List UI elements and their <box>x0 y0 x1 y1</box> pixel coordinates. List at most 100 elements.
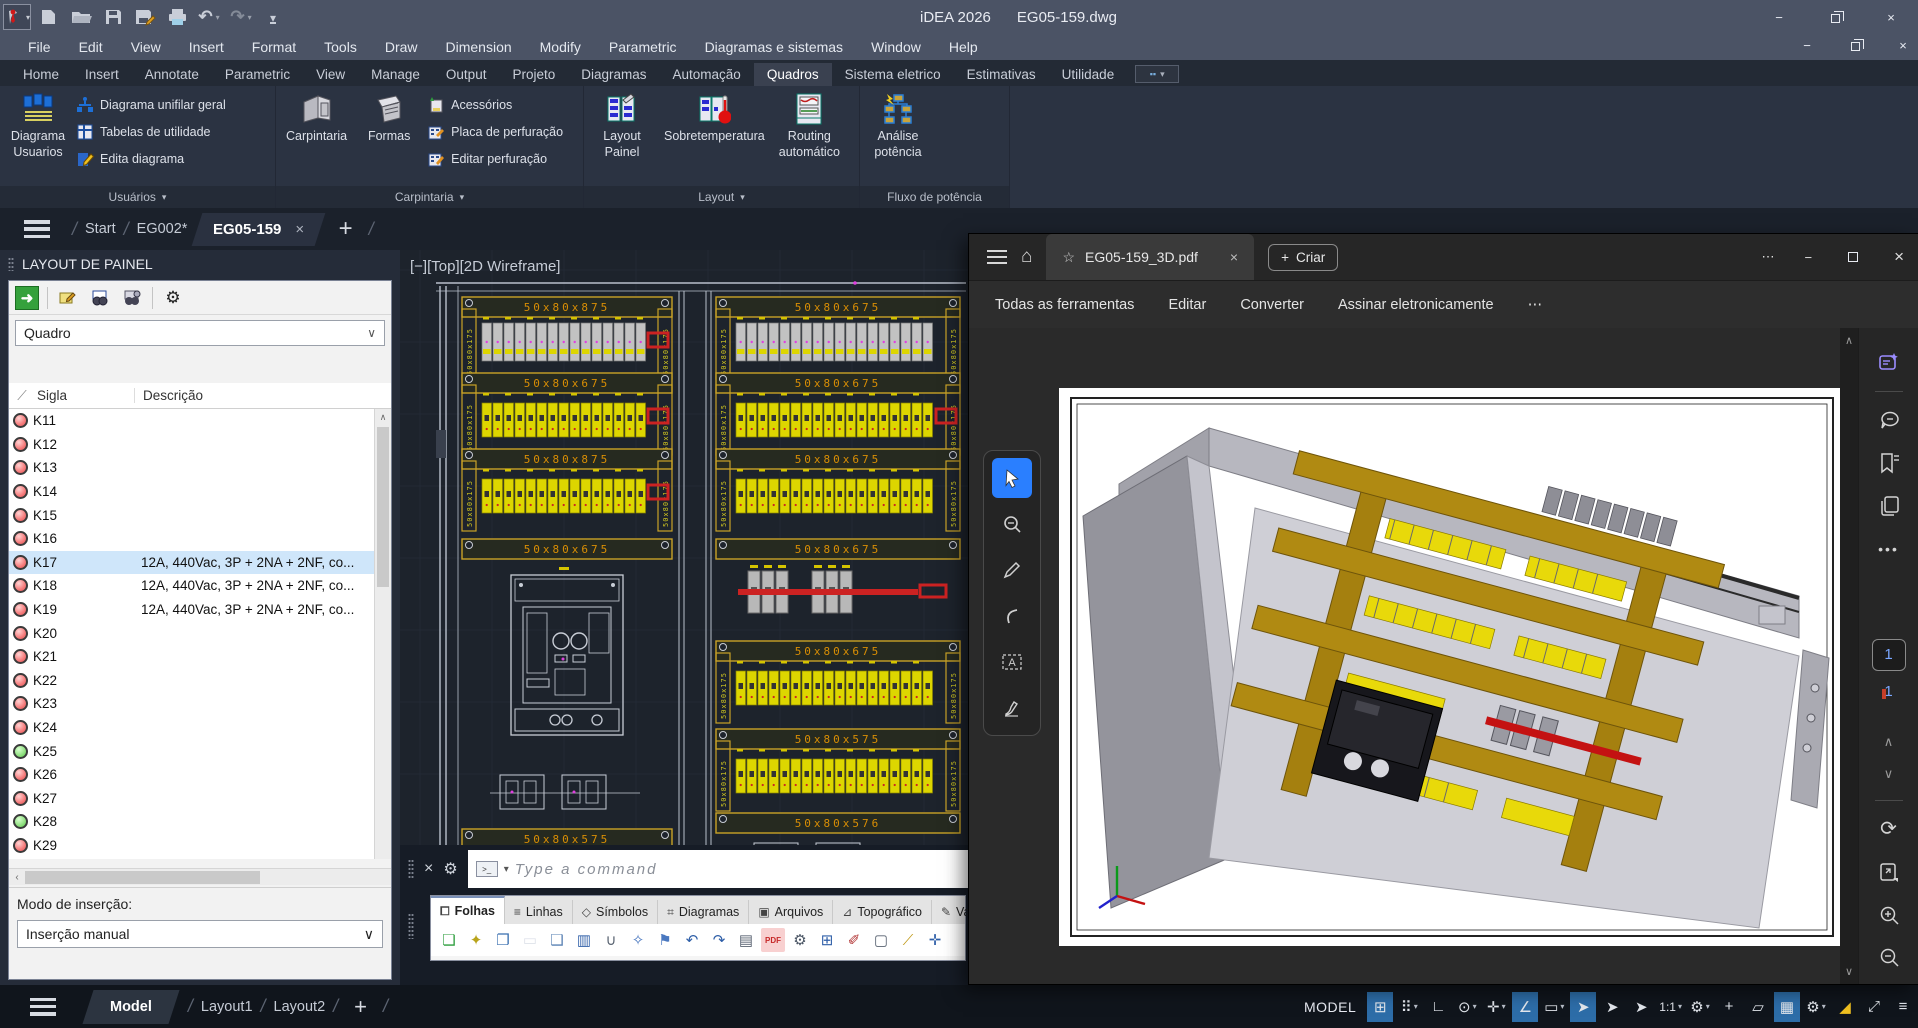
panel-grip[interactable] <box>8 257 14 271</box>
ribbon-tab-utilidade[interactable]: Utilidade <box>1049 63 1128 86</box>
comments-icon[interactable] <box>1871 404 1907 437</box>
menu-file[interactable]: File <box>14 34 65 60</box>
pdf-export-icon[interactable]: PDF <box>761 928 785 952</box>
table-row[interactable]: K29 <box>9 834 391 858</box>
more-icon[interactable]: ••• <box>1871 532 1907 565</box>
table-row[interactable]: K27 <box>9 787 391 811</box>
cursor-main-icon[interactable]: ➤ <box>1570 992 1596 1022</box>
add-text-tool[interactable]: A <box>992 642 1032 682</box>
zoom-in-icon[interactable] <box>1871 898 1907 931</box>
doc-tab-start[interactable]: Start <box>85 221 116 237</box>
cursor-sketch-icon[interactable]: ➤ <box>1599 992 1625 1022</box>
doc-minimize-button[interactable]: − <box>1796 36 1818 54</box>
doc-tab-active[interactable]: EG05-159× <box>192 213 326 246</box>
menu-window[interactable]: Window <box>857 34 935 60</box>
command-settings-icon[interactable]: ⚙ <box>443 859 457 879</box>
maximize-button[interactable] <box>1824 8 1846 26</box>
pdf-document-tab[interactable]: ☆ EG05-159_3D.pdf × <box>1046 234 1254 280</box>
doc-close-button[interactable]: × <box>1892 36 1914 54</box>
frame-icon[interactable]: ▢ <box>869 928 893 952</box>
pdf-tool-converter[interactable]: Converter <box>1240 297 1304 313</box>
shapes-icon[interactable]: ▱ <box>1745 992 1771 1022</box>
table-row[interactable]: K14 <box>9 480 391 504</box>
table-row[interactable]: K30 <box>9 857 391 859</box>
close-command-icon[interactable]: × <box>424 860 433 878</box>
print-sheet-icon[interactable]: ▤ <box>734 928 758 952</box>
ribbon-overflow-widget[interactable]: ▪▪▾ <box>1135 65 1179 83</box>
comment-pen-tool[interactable] <box>992 550 1032 590</box>
properties-icon[interactable]: ▥ <box>572 928 596 952</box>
menu-parametric[interactable]: Parametric <box>595 34 691 60</box>
table-row[interactable]: K28 <box>9 810 391 834</box>
export-icon[interactable] <box>1871 855 1907 888</box>
ribbon-tab-automa-o[interactable]: Automação <box>660 63 754 86</box>
ribbon-tab-manage[interactable]: Manage <box>358 63 433 86</box>
sheet-tab-linhas[interactable]: ≡Linhas <box>505 900 573 924</box>
menu-diagramas-e-sistemas[interactable]: Diagramas e sistemas <box>691 34 858 60</box>
ribbon-tab-output[interactable]: Output <box>433 63 500 86</box>
save-as-icon[interactable] <box>134 7 156 27</box>
table-row[interactable]: K24 <box>9 716 391 740</box>
ribbon-tab-estimativas[interactable]: Estimativas <box>954 63 1049 86</box>
print-icon[interactable] <box>166 7 188 27</box>
sheet-tab-arquivos[interactable]: ▣Arquivos <box>749 900 833 924</box>
grid-view-icon[interactable]: ⊞ <box>815 928 839 952</box>
ribbon-button-an-lise-pot-ncia[interactable]: Análise potência <box>866 90 930 162</box>
redo-sheet-icon[interactable]: ↷ <box>707 928 731 952</box>
zoom-tool[interactable] <box>992 504 1032 544</box>
menu-help[interactable]: Help <box>935 34 992 60</box>
table-row[interactable]: K1912A, 440Vac, 3P + 2NA + 2NF, co... <box>9 598 391 622</box>
scroll-up-icon[interactable]: ∧ <box>375 409 391 425</box>
ribbon-button-diagrama-unifilar-geral[interactable]: Diagrama unifilar geral <box>76 94 226 116</box>
ribbon-button-carpintaria[interactable]: Carpintaria <box>282 90 351 147</box>
doc-restore-button[interactable] <box>1844 36 1866 54</box>
table-row[interactable]: K12 <box>9 433 391 457</box>
undo-sheet-icon[interactable]: ↶ <box>680 928 704 952</box>
table-row[interactable]: K1812A, 440Vac, 3P + 2NA + 2NF, co... <box>9 574 391 598</box>
sheet-tab-folhas[interactable]: ⧠Folhas <box>431 896 505 924</box>
select-tool[interactable] <box>992 458 1032 498</box>
table-row[interactable]: K20 <box>9 621 391 645</box>
expand-icon[interactable]: ⤢ <box>1861 992 1887 1022</box>
ai-assistant-icon[interactable] <box>1871 346 1907 379</box>
pdf-tool-todas-as-ferramentas[interactable]: Todas as ferramentas <box>995 297 1134 313</box>
ribbon-button-edita-diagrama[interactable]: Edita diagrama <box>76 148 226 170</box>
current-page-box[interactable]: 1 <box>1872 639 1906 670</box>
layout-tab-model[interactable]: Model <box>82 990 179 1024</box>
star-icon[interactable]: ☆ <box>1062 249 1075 266</box>
scroll-down-icon[interactable]: ∨ <box>1840 965 1858 978</box>
table-row[interactable]: K1712A, 440Vac, 3P + 2NA + 2NF, co... <box>9 551 391 575</box>
find-settings-icon[interactable] <box>120 287 144 309</box>
next-page-icon[interactable]: ∨ <box>1884 766 1894 782</box>
edit-item-icon[interactable] <box>56 287 80 309</box>
copy-sheet-icon[interactable]: ❑ <box>545 928 569 952</box>
clean-icon[interactable]: ⟋ <box>896 928 920 952</box>
menu-insert[interactable]: Insert <box>175 34 238 60</box>
table-row[interactable]: K21 <box>9 645 391 669</box>
polar-icon[interactable]: ⊙▾ <box>1454 992 1480 1022</box>
ribbon-tab-home[interactable]: Home <box>10 63 72 86</box>
bookmark-icon[interactable]: ⚑ <box>653 928 677 952</box>
doc-tab-eg002[interactable]: EG002* <box>137 221 188 237</box>
gear-icon[interactable]: ⚙ <box>161 287 185 309</box>
ribbon-tab-projeto[interactable]: Projeto <box>499 63 568 86</box>
rect-mode-icon[interactable]: ▭▾ <box>1541 992 1567 1022</box>
ribbon-tab-view[interactable]: View <box>303 63 358 86</box>
insertion-mode-dropdown[interactable]: Inserção manual∨ <box>17 920 383 948</box>
ribbon-button-formas[interactable]: Formas <box>357 90 421 147</box>
toolbar-overflow-icon[interactable]: ▾ <box>262 7 284 27</box>
pdf-more-options-icon[interactable]: ⋯ <box>1761 249 1774 265</box>
pdf-maximize-button[interactable] <box>1842 248 1864 266</box>
ribbon-button-diagrama-usuarios[interactable]: Diagrama Usuarios <box>6 90 70 162</box>
ribbon-tab-insert[interactable]: Insert <box>72 63 132 86</box>
draw-curve-tool[interactable] <box>992 596 1032 636</box>
layout-tab-layout1[interactable]: Layout1 <box>201 999 253 1015</box>
new-layout-button[interactable]: + <box>354 994 367 1020</box>
ribbon-button-editar-perfura-o[interactable]: Editar perfuração <box>427 148 563 170</box>
new-sheets-icon[interactable]: ❏ <box>437 928 461 952</box>
column-header-descricao[interactable]: Descrição <box>135 388 391 403</box>
ribbon-button-placa-de-perfura-o[interactable]: Placa de perfuração <box>427 121 563 143</box>
move-icon[interactable]: ✛ <box>923 928 947 952</box>
ribbon-button-routing-autom-tico[interactable]: Routing automático <box>775 90 844 162</box>
viewport-controls-label[interactable]: [−][Top][2D Wireframe] <box>410 258 560 275</box>
